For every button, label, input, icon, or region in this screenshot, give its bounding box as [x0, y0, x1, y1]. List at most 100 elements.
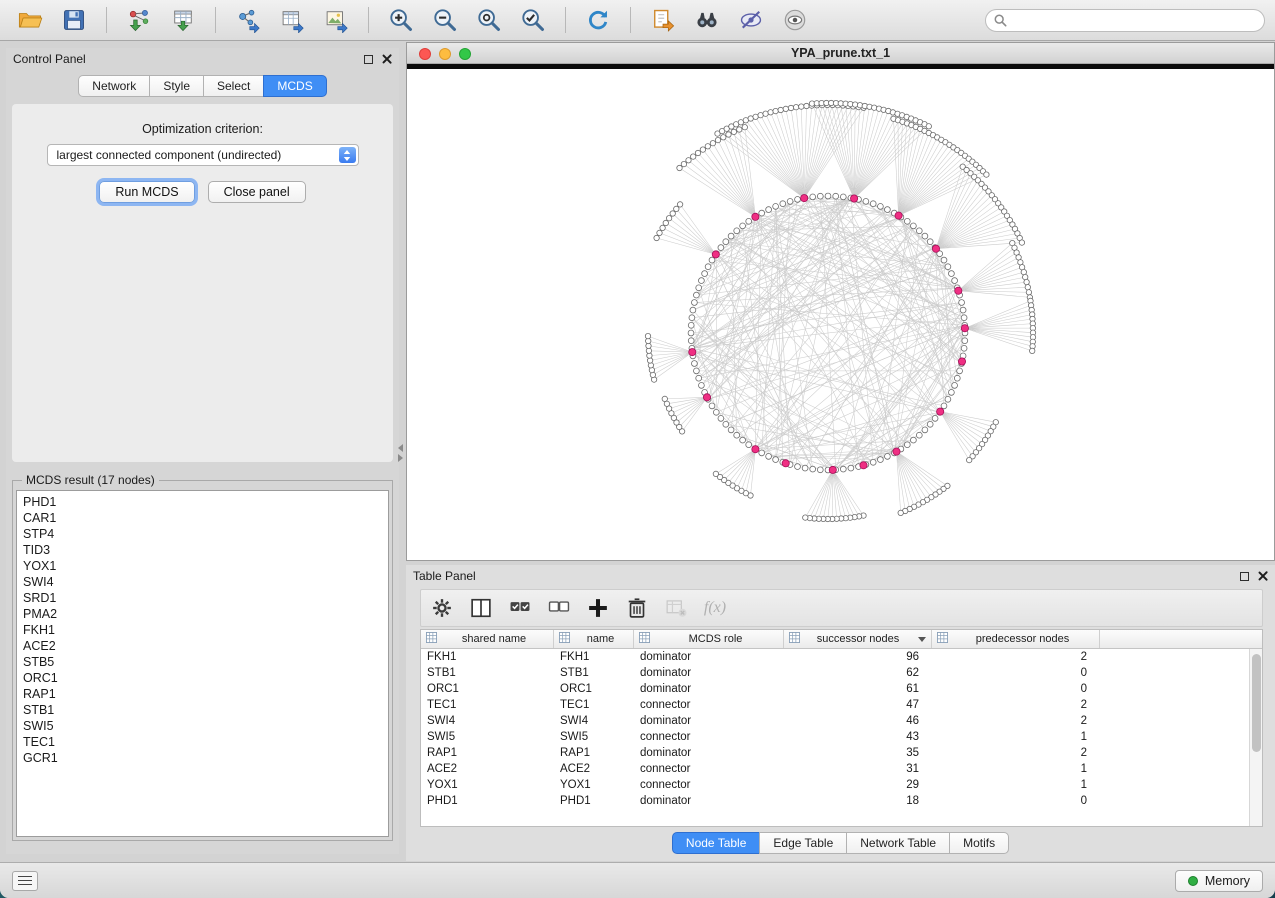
mcds-result-item[interactable]: STP4: [23, 526, 388, 542]
mcds-result-item[interactable]: SRD1: [23, 590, 388, 606]
table-grid-icon: [789, 632, 800, 646]
add-row-icon[interactable]: [585, 595, 611, 621]
deselect-all-rows-icon[interactable]: [546, 595, 572, 621]
tab-select[interactable]: Select: [203, 75, 264, 97]
table-cell: ORC1: [554, 683, 634, 695]
delete-row-icon[interactable]: [624, 595, 650, 621]
mcds-result-item[interactable]: PHD1: [23, 494, 388, 510]
mcds-result-item[interactable]: YOX1: [23, 558, 388, 574]
select-all-rows-icon[interactable]: [507, 595, 533, 621]
panel-splitter[interactable]: [400, 42, 405, 561]
mcds-result-list[interactable]: PHD1CAR1STP4TID3YOX1SWI4SRD1PMA2FKH1ACE2…: [16, 490, 389, 837]
column-header-name[interactable]: name: [554, 630, 634, 648]
splitter-collapse-icon[interactable]: [398, 444, 403, 452]
tab-motifs[interactable]: Motifs: [949, 832, 1009, 854]
manage-columns-icon[interactable]: [468, 595, 494, 621]
table-row[interactable]: TEC1TEC1connector472: [421, 697, 1249, 713]
table-cell: SWI5: [554, 731, 634, 743]
table-row[interactable]: SWI4SWI4dominator462: [421, 713, 1249, 729]
zoom-actual-icon[interactable]: [469, 4, 509, 36]
mcds-result-item[interactable]: SWI5: [23, 718, 388, 734]
run-mcds-button[interactable]: Run MCDS: [99, 181, 194, 203]
memory-button[interactable]: Memory: [1175, 870, 1263, 892]
minimize-window-icon[interactable]: [439, 48, 451, 60]
network-canvas[interactable]: [407, 64, 1274, 560]
network-window-titlebar[interactable]: YPA_prune.txt_1: [407, 43, 1274, 64]
mcds-result-item[interactable]: TEC1: [23, 734, 388, 750]
control-panel-header: Control Panel: [6, 48, 399, 70]
show-hide-icon[interactable]: [775, 4, 815, 36]
mcds-result-item[interactable]: CAR1: [23, 510, 388, 526]
close-panel-button[interactable]: Close panel: [208, 181, 306, 203]
column-header-successor-nodes[interactable]: successor nodes: [784, 630, 932, 648]
first-neighbors-icon[interactable]: [687, 4, 727, 36]
table-row[interactable]: STB1STB1dominator620: [421, 665, 1249, 681]
float-panel-icon[interactable]: [364, 55, 373, 64]
export-table-icon[interactable]: [272, 4, 312, 36]
tab-style[interactable]: Style: [149, 75, 204, 97]
network-graph[interactable]: [407, 69, 1274, 560]
import-network-icon[interactable]: [119, 4, 159, 36]
splitter-expand-icon[interactable]: [398, 454, 403, 462]
table-scrollbar[interactable]: [1249, 649, 1262, 826]
application-window: Control Panel NetworkStyleSelectMCDS Opt…: [0, 0, 1275, 898]
mcds-result-item[interactable]: GCR1: [23, 750, 388, 766]
toolbar-separator: [565, 7, 566, 33]
open-session-icon[interactable]: [10, 4, 50, 36]
mcds-result-item[interactable]: PMA2: [23, 606, 388, 622]
float-table-panel-icon[interactable]: [1240, 572, 1249, 581]
maximize-window-icon[interactable]: [459, 48, 471, 60]
column-header-predecessor-nodes[interactable]: predecessor nodes: [932, 630, 1100, 648]
zoom-fit-icon[interactable]: [513, 4, 553, 36]
mcds-result-item[interactable]: TID3: [23, 542, 388, 558]
mcds-result-item[interactable]: STB5: [23, 654, 388, 670]
clone-network-icon[interactable]: [643, 4, 683, 36]
tab-edge-table[interactable]: Edge Table: [759, 832, 847, 854]
table-cell: dominator: [634, 651, 784, 663]
table-cell: TEC1: [421, 699, 554, 711]
style-preview-icon[interactable]: [731, 4, 771, 36]
panel-menu-icon[interactable]: [12, 871, 38, 891]
memory-button-label: Memory: [1205, 874, 1250, 888]
table-row[interactable]: SWI5SWI5connector431: [421, 729, 1249, 745]
refresh-view-icon[interactable]: [578, 4, 618, 36]
column-header-shared-name[interactable]: shared name: [421, 630, 554, 648]
tab-node-table[interactable]: Node Table: [672, 832, 761, 854]
search-box[interactable]: [985, 9, 1265, 32]
mcds-result-item[interactable]: RAP1: [23, 686, 388, 702]
table-cell: dominator: [634, 667, 784, 679]
mcds-result-item[interactable]: STB1: [23, 702, 388, 718]
table-settings-icon[interactable]: [429, 595, 455, 621]
export-image-icon[interactable]: [316, 4, 356, 36]
mcds-result-item[interactable]: ORC1: [23, 670, 388, 686]
export-network-icon[interactable]: [228, 4, 268, 36]
mcds-result-item[interactable]: FKH1: [23, 622, 388, 638]
table-row[interactable]: ACE2ACE2connector311: [421, 761, 1249, 777]
table-scrollbar-thumb[interactable]: [1252, 654, 1261, 752]
save-session-icon[interactable]: [54, 4, 94, 36]
table-cell: SWI4: [421, 715, 554, 727]
table-panel-title: Table Panel: [413, 569, 1240, 583]
import-table-icon[interactable]: [163, 4, 203, 36]
close-panel-icon[interactable]: [382, 54, 392, 64]
tab-mcds[interactable]: MCDS: [263, 75, 326, 97]
search-input[interactable]: [1012, 12, 1256, 28]
tab-network-table[interactable]: Network Table: [846, 832, 950, 854]
criterion-dropdown[interactable]: largest connected component (undirected): [47, 144, 359, 166]
table-row[interactable]: PHD1PHD1dominator180: [421, 793, 1249, 809]
close-table-panel-icon[interactable]: [1258, 571, 1268, 581]
tab-network[interactable]: Network: [78, 75, 150, 97]
table-row[interactable]: YOX1YOX1connector291: [421, 777, 1249, 793]
table-row[interactable]: FKH1FKH1dominator962: [421, 649, 1249, 665]
zoom-out-icon[interactable]: [425, 4, 465, 36]
table-cell: RAP1: [421, 747, 554, 759]
zoom-in-icon[interactable]: [381, 4, 421, 36]
table-row[interactable]: ORC1ORC1dominator610: [421, 681, 1249, 697]
mcds-result-item[interactable]: ACE2: [23, 638, 388, 654]
close-window-icon[interactable]: [419, 48, 431, 60]
function-builder-icon[interactable]: f(x): [702, 595, 728, 621]
mcds-result-item[interactable]: SWI4: [23, 574, 388, 590]
table-row[interactable]: RAP1RAP1dominator352: [421, 745, 1249, 761]
sort-caret-icon[interactable]: [918, 637, 926, 642]
column-header-mcds-role[interactable]: MCDS role: [634, 630, 784, 648]
